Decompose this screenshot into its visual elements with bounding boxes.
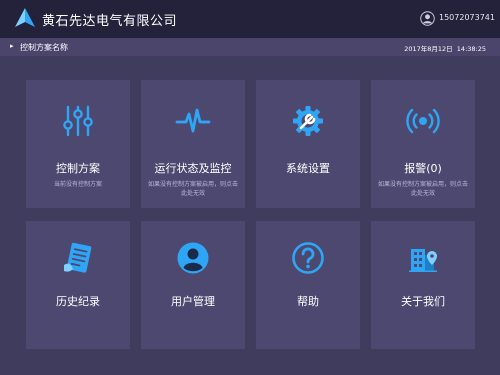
tile-run-status-monitor[interactable]: 运行状态及监控 如果没有控制方案被启用，则点击此处无效	[141, 80, 245, 208]
tile-label: 运行状态及监控	[154, 162, 232, 175]
tile-description: 当前没有控制方案	[53, 181, 102, 188]
tile-label: 历史纪录	[56, 295, 100, 308]
pulse-icon	[175, 108, 211, 133]
document-list-icon	[64, 242, 92, 273]
app-header: 黄石先达电气有限公司 15072073741	[0, 0, 500, 38]
tile-label: 系统设置	[286, 162, 330, 175]
tile-history[interactable]: 历史纪录	[26, 221, 130, 349]
tile-grid: 控制方案 当前没有控制方案 运行状态及监控 如果没有控制方案被启用，则点击此处无…	[0, 56, 500, 375]
scheme-name: 控制方案名称	[20, 43, 68, 52]
tile-label: 报警(0)	[404, 162, 442, 175]
tile-help[interactable]: 帮助	[256, 221, 360, 349]
gear-wrench-icon	[293, 106, 323, 136]
user-avatar-icon[interactable]	[420, 11, 435, 26]
alarm-signal-icon	[406, 108, 440, 134]
scheme-arrow-icon: ▸	[10, 42, 14, 50]
tile-control-scheme[interactable]: 控制方案 当前没有控制方案	[26, 80, 130, 208]
building-location-icon	[409, 249, 437, 272]
datetime: 2017年8月12日 14:38:25	[404, 45, 486, 53]
help-icon	[292, 242, 324, 274]
tile-description: 如果没有控制方案被启用，则点击此处无效	[147, 181, 238, 197]
tile-about-us[interactable]: 关于我们	[371, 221, 475, 349]
app-title: 黄石先达电气有限公司	[42, 14, 178, 29]
tile-user-management[interactable]: 用户管理	[141, 221, 245, 349]
tile-alarm[interactable]: 报警(0) 如果没有控制方案被启用，则点击此处无效	[371, 80, 475, 208]
tile-label: 关于我们	[401, 295, 445, 308]
triangle-logo-icon	[15, 8, 35, 27]
tile-system-settings[interactable]: 系统设置	[256, 80, 360, 208]
tile-description: 如果没有控制方案被启用，则点击此处无效	[377, 181, 468, 197]
sliders-icon	[63, 105, 93, 137]
tile-label: 用户管理	[171, 295, 215, 308]
tile-label: 帮助	[297, 295, 319, 308]
tile-label: 控制方案	[56, 162, 100, 175]
user-phone[interactable]: 15072073741	[439, 13, 495, 22]
scheme-bar: ▸ 控制方案名称 2017年8月12日 14:38:25	[0, 38, 500, 56]
user-circle-icon	[177, 242, 209, 274]
